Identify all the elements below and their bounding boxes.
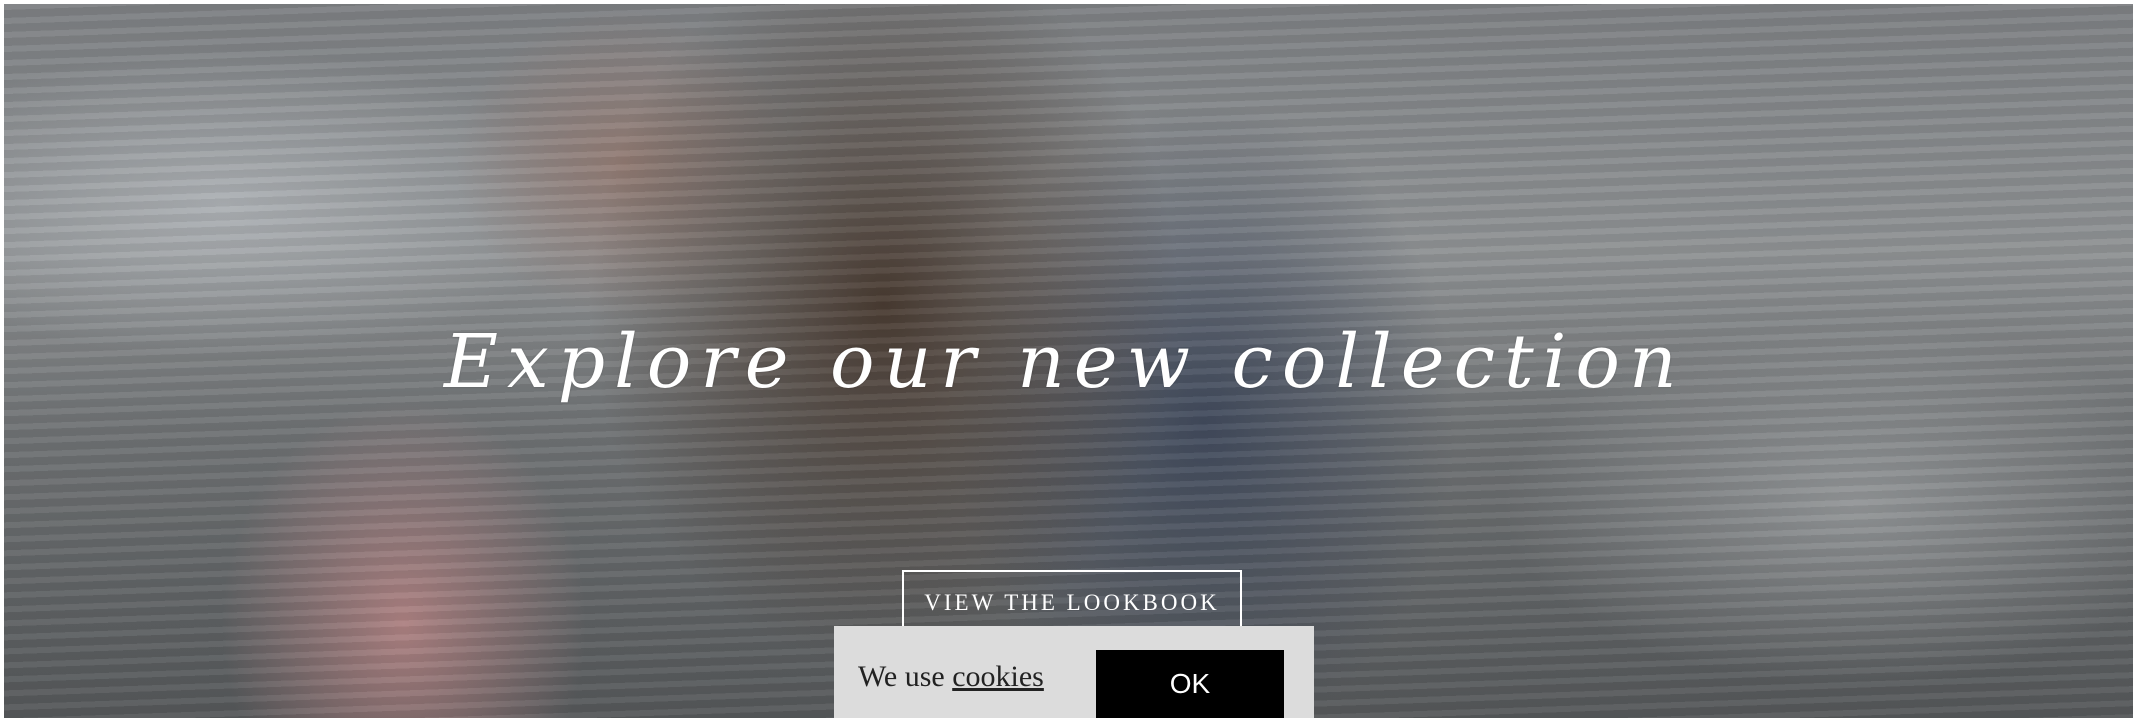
cookies-link[interactable]: cookies — [952, 660, 1044, 693]
hero-headline: Explore our new collection — [444, 319, 1686, 405]
cookie-ok-button[interactable]: OK — [1096, 650, 1284, 718]
cookie-notice-prefix: We use — [858, 660, 953, 693]
cookie-notice-text: We use cookies — [858, 660, 1044, 694]
cookie-notice: We use cookies OK — [834, 626, 1314, 718]
